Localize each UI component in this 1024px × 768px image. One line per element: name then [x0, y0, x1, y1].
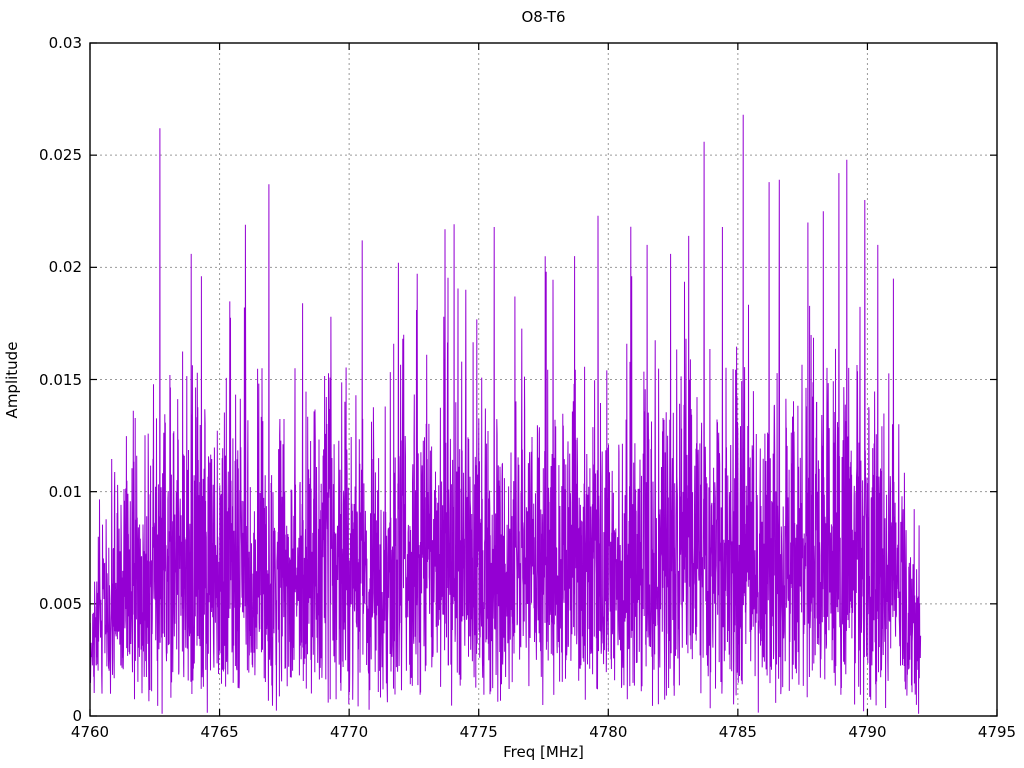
y-tick-label: 0.03: [48, 34, 82, 52]
x-tick-label: 4790: [848, 723, 887, 741]
x-tick-label: 4795: [977, 723, 1017, 741]
y-tick-label: 0.015: [39, 370, 82, 389]
plot-area: [89, 42, 998, 717]
y-tick-label: 0.005: [39, 594, 82, 613]
x-tick-label: 4780: [589, 723, 628, 741]
x-tick-label: 4775: [459, 723, 498, 741]
y-tick-label: 0.01: [48, 482, 82, 501]
y-tick-label: 0: [72, 707, 82, 725]
x-tick-label: 4770: [330, 723, 369, 741]
x-tick-label: 4765: [200, 723, 239, 741]
x-tick-label: 4785: [718, 723, 757, 741]
x-tick-label: 4760: [70, 723, 110, 741]
y-tick-label: 0.02: [48, 258, 82, 277]
spectrum-trace: [89, 114, 922, 714]
chart-figure: O8-T6 Amplitude Freq [MHz] 4760 4765 4770 4…: [0, 0, 1024, 768]
y-tick-label: 0.025: [39, 146, 82, 165]
